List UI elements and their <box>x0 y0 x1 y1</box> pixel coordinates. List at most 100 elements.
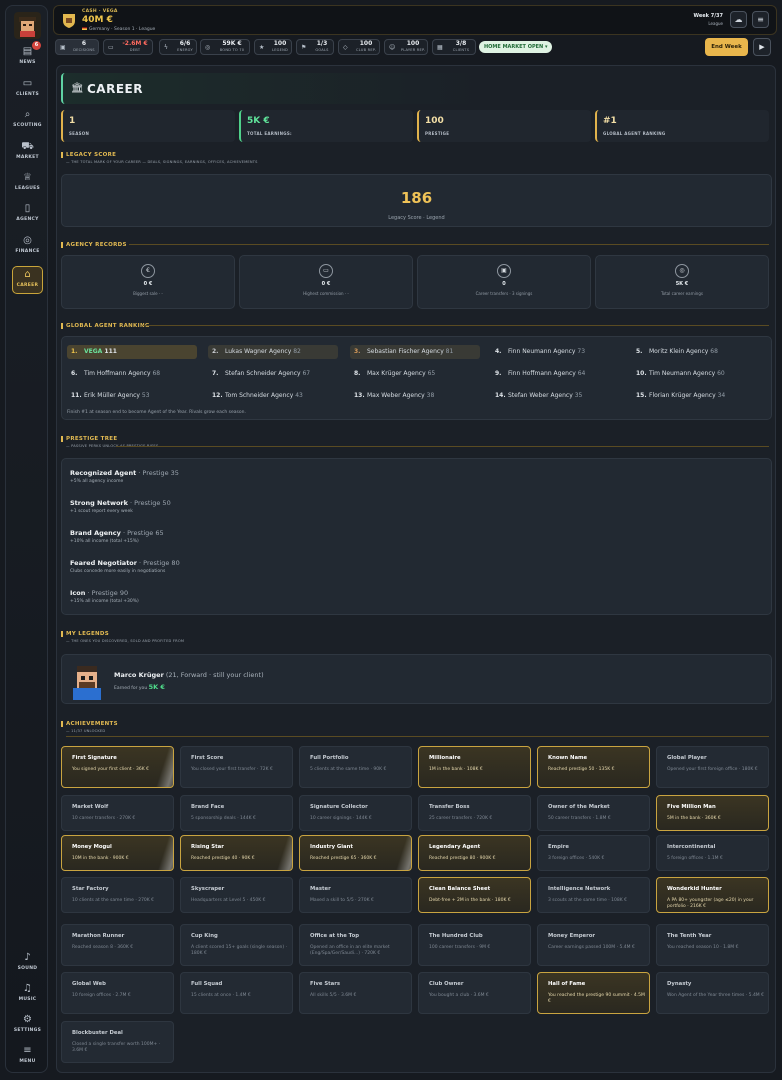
sidebar: ▤ 6 NEWS ▭ CLIENTS ⌕ SCOUTING ⛟ MARKET ♕ LEAGUES ▯ A… <box>5 5 48 1073</box>
achievement-description: 1M in the bank · 108K € <box>429 767 483 772</box>
achievement-skyscraper[interactable]: Skyscraper Headquarters at Level 5 · 450K… <box>180 877 293 913</box>
achievement-intelligence-network[interactable]: Intelligence Network 3 scouts at the same… <box>537 877 650 913</box>
achievement-hall-of-fame[interactable]: Hall of Fame You reached the prestige 90 … <box>537 972 650 1014</box>
achievement-millionaire[interactable]: Millionaire 1M in the bank · 108K € <box>418 746 531 788</box>
achievement-known-name[interactable]: Known Name Reached prestige 50 · 135K € <box>537 746 650 788</box>
achievement-description: 5 foreign offices · 1.1M € <box>667 856 723 861</box>
trophy-icon: ♕ <box>23 172 32 183</box>
play-icon[interactable]: ▶ <box>753 38 771 56</box>
achievement-first-score[interactable]: First Score You closed your first transfe… <box>180 746 293 788</box>
stat-bond-to-70[interactable]: ◎ 59K € BOND TO 70 <box>200 39 250 55</box>
sidebar-item-label: MENU <box>19 1059 36 1064</box>
commission-icon: ▭ <box>319 264 333 278</box>
shield-icon: ◇ <box>343 44 348 51</box>
achievement-wonderkid-hunter[interactable]: Wonderkid Hunter A PA 80+ youngster (age … <box>656 877 769 913</box>
sidebar-item-scouting[interactable]: ⌕ SCOUTING <box>6 107 49 137</box>
achievement-title: Hall of Fame <box>548 981 586 987</box>
achievement-star-factory[interactable]: Star Factory 10 clients at the same time … <box>61 877 174 913</box>
ranking-section-header: GLOBAL AGENT RANKING <box>61 323 772 337</box>
achievement-global-player[interactable]: Global Player Opened your first foreign o… <box>656 746 769 788</box>
rank-number: 1. <box>71 348 78 355</box>
sidebar-item-career[interactable]: ⌂ CAREER <box>12 266 43 294</box>
stat-club-rep[interactable]: ◇ 100 CLUB REP. <box>338 39 380 55</box>
achievement-title: Legendary Agent <box>429 844 481 850</box>
achievement-the-hundred-club[interactable]: The Hundred Club 100 career transfers · 9… <box>418 924 531 966</box>
stat-goals[interactable]: ⚑ 1/3 GOALS <box>296 39 334 55</box>
agency-name: Stefan Schneider Agency 67 <box>225 370 311 377</box>
achievement-description: 5 clients at the same time · 90K € <box>310 767 387 772</box>
sidebar-item-sound[interactable]: ♪ SOUND <box>6 950 49 980</box>
achievement-office-at-the-top[interactable]: Office at the Top Opened an office in an … <box>299 924 412 966</box>
stat-clients[interactable]: ▦ 3/8 CLIENTS <box>432 39 476 55</box>
legend-earned: Earned for you 5K € <box>114 683 165 691</box>
achievement-signature-collector[interactable]: Signature Collector 10 career signings · … <box>299 795 412 831</box>
achievement-cup-king[interactable]: Cup King A client scored 15+ goals (singl… <box>180 924 293 966</box>
stat-value: 100 <box>273 40 287 47</box>
stat-energy[interactable]: ϟ 6/6 ENERGY <box>159 39 197 55</box>
achievement-market-wolf[interactable]: Market Wolf 10 career transfers · 270K € <box>61 795 174 831</box>
bank-icon: 🏛 <box>71 83 84 94</box>
achievement-rising-star[interactable]: Rising Star Reached prestige 40 · 90K € <box>180 835 293 871</box>
menu-button[interactable]: ≡ <box>752 11 769 28</box>
stat-debt[interactable]: ▭ -2.6M € DEBT <box>103 39 153 55</box>
home-market-open-pill[interactable]: HOME MARKET OPEN ▾ <box>479 41 553 53</box>
achievement-five-million-man[interactable]: Five Million Man 5M in the bank · 360K € <box>656 795 769 831</box>
achievement-clean-balance-sheet[interactable]: Clean Balance Sheet Debt-free + 2M in the… <box>418 877 531 913</box>
achievement-title: Global Web <box>72 981 106 987</box>
rank-number: 2. <box>212 348 219 355</box>
stat-label: PRESTIGE <box>425 131 450 136</box>
achievement-master[interactable]: Master Maxed a skill to 5/5 · 270K € <box>299 877 412 913</box>
rank-number: 7. <box>212 370 219 377</box>
achievement-brand-face[interactable]: Brand Face 5 sponsorship deals · 144K € <box>180 795 293 831</box>
sidebar-item-market[interactable]: ⛟ MARKET <box>6 139 49 169</box>
achievement-description: A PA 80+ youngster (age ≤20) in your por… <box>667 898 754 909</box>
achievement-club-owner[interactable]: Club Owner You bought a club · 3.6M € <box>418 972 531 1014</box>
prestige-tier: Strong Network · Prestige 50 +1 scout rep… <box>70 499 171 514</box>
legend-card[interactable]: Marco Krüger (21, Forward · still your c… <box>61 654 772 704</box>
stat-label: TOTAL EARNINGS: <box>247 131 292 136</box>
gear-icon: ⚙ <box>23 1014 32 1025</box>
sidebar-item-settings[interactable]: ⚙ SETTINGS <box>6 1012 49 1042</box>
achievement-owner-of-the-market[interactable]: Owner of the Market 50 career transfers ·… <box>537 795 650 831</box>
achievement-dynasty[interactable]: Dynasty Won Agent of the Year three times… <box>656 972 769 1014</box>
achievement-full-squad[interactable]: Full Squad 15 clients at once · 1.4M € <box>180 972 293 1014</box>
achievement-money-emperor[interactable]: Money Emperor Career earnings passed 100M… <box>537 924 650 966</box>
achievement-transfer-boss[interactable]: Transfer Boss 25 career transfers · 720K … <box>418 795 531 831</box>
achievement-legendary-agent[interactable]: Legendary Agent Reached prestige 80 · 900… <box>418 835 531 871</box>
sidebar-item-music[interactable]: ♫ MUSIC <box>6 981 49 1011</box>
achievement-the-tenth-year[interactable]: The Tenth Year You reached season 10 · 1.… <box>656 924 769 966</box>
achievement-industry-giant[interactable]: Industry Giant Reached prestige 65 · 360K… <box>299 835 412 871</box>
stat-player-rep[interactable]: ☺ 100 PLAYER REP. <box>384 39 428 55</box>
achievement-marathon-runner[interactable]: Marathon Runner Reached season 8 · 360K € <box>61 924 174 966</box>
sidebar-item-clients[interactable]: ▭ CLIENTS <box>6 76 49 106</box>
achievement-empire[interactable]: Empire 3 foreign offices · 540K € <box>537 835 650 871</box>
record-label: Total career earnings <box>661 291 703 296</box>
sidebar-item-news[interactable]: ▤ 6 NEWS <box>6 41 49 74</box>
sidebar-item-finance[interactable]: ◎ FINANCE <box>6 233 49 263</box>
rank-number: 14. <box>495 392 506 399</box>
achievement-title: Club Owner <box>429 981 464 987</box>
sidebar-item-menu[interactable]: ≡ MENU <box>6 1043 49 1073</box>
ranking-entry: 8. Max Krüger Agency 65 <box>350 367 480 381</box>
ranking-entry: 7. Stefan Schneider Agency 67 <box>208 367 338 381</box>
stat-value: 100 <box>359 40 373 47</box>
achievement-five-stars[interactable]: Five Stars All skills 5/5 · 3.6M € <box>299 972 412 1014</box>
achievement-full-portfolio[interactable]: Full Portfolio 5 clients at the same time… <box>299 746 412 788</box>
stat-decisions[interactable]: ▣ 6 DECISIONS <box>55 39 99 55</box>
achievement-global-web[interactable]: Global Web 10 foreign offices · 2.7M € <box>61 972 174 1014</box>
end-week-button[interactable]: End Week <box>705 38 748 56</box>
achievement-blockbuster-deal[interactable]: Blockbuster Deal Closed a single transfer… <box>61 1021 174 1063</box>
achievement-money-mogul[interactable]: Money Mogul 10M in the bank · 900K € <box>61 835 174 871</box>
agency-name: Florian Krüger Agency 34 <box>649 392 726 399</box>
sidebar-item-agency[interactable]: ▯ AGENCY <box>6 201 49 231</box>
cloud-save-button[interactable]: ☁ <box>730 11 747 28</box>
record-value: 5K € <box>675 281 689 287</box>
sidebar-item-leagues[interactable]: ♕ LEAGUES <box>6 170 49 200</box>
stat-legend[interactable]: ★ 100 LEGEND <box>254 39 292 55</box>
achievement-first-signature[interactable]: First Signature You signed your first cli… <box>61 746 174 788</box>
achievement-title: The Hundred Club <box>429 933 483 939</box>
tier-title: Icon · Prestige 90 <box>70 589 129 597</box>
achievement-description: Maxed a skill to 5/5 · 270K € <box>310 898 374 903</box>
achievement-intercontinental[interactable]: Intercontinental 5 foreign offices · 1.1M… <box>656 835 769 871</box>
agent-avatar-logo[interactable] <box>14 12 41 39</box>
